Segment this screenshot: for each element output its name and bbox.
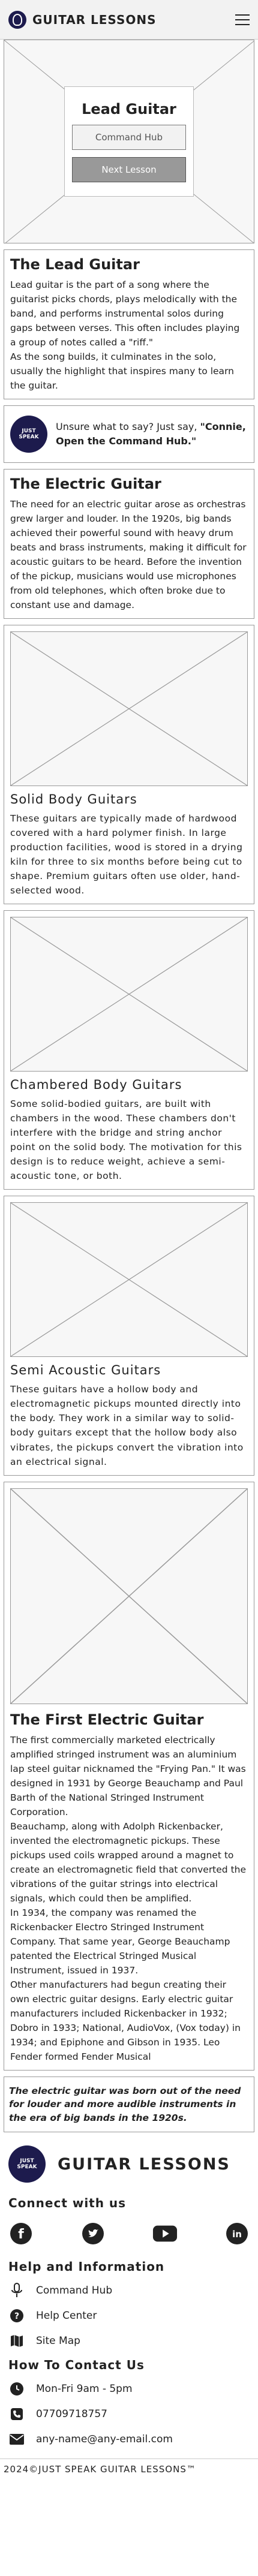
solid-body-paragraph: These guitars are typically made of hard… <box>10 813 243 896</box>
contact-phone[interactable]: 07709718757 <box>8 2406 250 2422</box>
svg-text:in: in <box>232 2229 242 2240</box>
hero-title: Lead Guitar <box>82 101 176 118</box>
connect-heading: Connect with us <box>8 2196 127 2211</box>
social-links: f in <box>8 2216 250 2251</box>
brand-title: GUITAR LESSONS <box>32 12 157 27</box>
electric-heading: The Electric Guitar <box>10 476 161 493</box>
svg-text:?: ? <box>14 2312 19 2321</box>
semi-acoustic-section: Semi Acoustic Guitars These guitars have… <box>4 1196 254 1476</box>
solid-body-section: Solid Body Guitars These guitars are typ… <box>4 625 254 905</box>
youtube-icon[interactable] <box>152 2221 178 2246</box>
site-footer: JUST SPEAK GUITAR LESSONS Connect with u… <box>0 2141 258 2448</box>
contact-hours-text: Mon-Fri 9am - 5pm <box>36 2383 133 2396</box>
command-hub-button[interactable]: Command Hub <box>72 125 186 150</box>
semi-acoustic-paragraph: These guitars have a hollow body and ele… <box>10 1384 244 1467</box>
first-electric-heading: The First Electric Guitar <box>10 1711 204 1728</box>
phone-icon <box>8 2406 25 2422</box>
footer-brand[interactable]: JUST SPEAK GUITAR LESSONS <box>8 2141 250 2187</box>
facebook-icon[interactable]: f <box>8 2221 34 2246</box>
microphone-icon <box>8 2282 25 2299</box>
brand[interactable]: GUITAR LESSONS <box>8 10 157 29</box>
chambered-body-paragraph: Some solid-bodied guitars, are built wit… <box>10 1099 242 1182</box>
logo-text-line1: JUST <box>22 428 36 435</box>
help-item-command-hub[interactable]: Command Hub <box>8 2282 250 2299</box>
electric-paragraph: The need for an electric guitar arose as… <box>10 499 247 611</box>
contact-email[interactable]: any-name@any-email.com <box>8 2431 250 2448</box>
voice-tip: JUST SPEAK Unsure what to say? Just say,… <box>4 405 254 464</box>
site-header: GUITAR LESSONS <box>0 0 258 40</box>
first-electric-section: The First Electric Guitar The first comm… <box>4 1481 254 2071</box>
quote-text: The electric guitar was born out of the … <box>9 2085 241 2123</box>
logo-text-line1: JUST <box>20 2158 34 2165</box>
clock-icon <box>8 2381 25 2397</box>
help-heading: Help and Information <box>8 2259 165 2274</box>
intro-paragraph: Lead guitar is the part of a song where … <box>10 279 240 348</box>
first-electric-paragraph-3: In 1934, the company was renamed the Ric… <box>10 1907 230 1976</box>
footer-brand-title: GUITAR LESSONS <box>58 2154 230 2174</box>
twitter-icon[interactable] <box>80 2221 106 2246</box>
contact-hours: Mon-Fri 9am - 5pm <box>8 2381 250 2397</box>
help-item-label: Help Center <box>36 2310 97 2322</box>
contact-phone-text: 07709718757 <box>36 2408 107 2421</box>
copyright-bar: 2024©JUST SPEAK GUITAR LESSONS™ <box>0 2458 258 2479</box>
chambered-body-section: Chambered Body Guitars Some solid-bodied… <box>4 910 254 1190</box>
guitar-logo-icon <box>8 10 26 29</box>
next-lesson-button[interactable]: Next Lesson <box>72 157 186 182</box>
logo-text-line2: SPEAK <box>19 434 39 441</box>
first-electric-paragraph-4: Other manufacturers had begun creating t… <box>10 1979 241 2062</box>
email-icon <box>8 2431 25 2448</box>
semi-acoustic-image <box>10 1202 248 1358</box>
contact-email-text: any-name@any-email.com <box>36 2433 173 2446</box>
intro-section: The Lead Guitar Lead guitar is the part … <box>4 249 254 400</box>
logo-text-line2: SPEAK <box>17 2164 37 2171</box>
tip-prefix: Unsure what to say? Just say, <box>56 421 200 433</box>
help-item-help-center[interactable]: ? Help Center <box>8 2307 250 2324</box>
just-speak-logo: JUST SPEAK <box>8 2145 46 2183</box>
hero-card: Lead Guitar Command Hub Next Lesson <box>64 86 194 197</box>
summary-quote: The electric guitar was born out of the … <box>4 2076 254 2133</box>
solid-body-heading: Solid Body Guitars <box>10 792 137 807</box>
just-speak-logo: JUST SPEAK <box>10 416 47 453</box>
tip-text: Unsure what to say? Just say, "Connie, O… <box>56 420 248 449</box>
semi-acoustic-heading: Semi Acoustic Guitars <box>10 1363 161 1378</box>
chambered-body-heading: Chambered Body Guitars <box>10 1078 182 1093</box>
svg-text:f: f <box>18 2227 24 2242</box>
copyright-text: 2024©JUST SPEAK GUITAR LESSONS™ <box>4 2463 196 2475</box>
first-electric-paragraph-2: Beauchamp, along with Adolph Rickenbacke… <box>10 1820 247 1904</box>
question-icon: ? <box>8 2307 25 2324</box>
hamburger-menu-icon[interactable] <box>235 14 250 25</box>
contact-heading: How To Contact Us <box>8 2358 145 2373</box>
electric-guitar-section: The Electric Guitar The need for an elec… <box>4 469 254 619</box>
intro-paragraph-2: As the song builds, it culminates in the… <box>10 351 234 392</box>
chambered-body-image <box>10 917 248 1072</box>
help-item-label: Site Map <box>36 2335 80 2348</box>
map-icon <box>8 2333 25 2349</box>
first-electric-paragraph-1: The first commercially marketed electric… <box>10 1734 246 1817</box>
intro-heading: The Lead Guitar <box>10 256 140 273</box>
linkedin-icon[interactable]: in <box>224 2221 250 2246</box>
help-item-site-map[interactable]: Site Map <box>8 2333 250 2349</box>
hero-banner: Lead Guitar Command Hub Next Lesson <box>4 40 254 243</box>
help-item-label: Command Hub <box>36 2285 113 2297</box>
first-electric-image <box>10 1488 248 1704</box>
solid-body-image <box>10 631 248 787</box>
